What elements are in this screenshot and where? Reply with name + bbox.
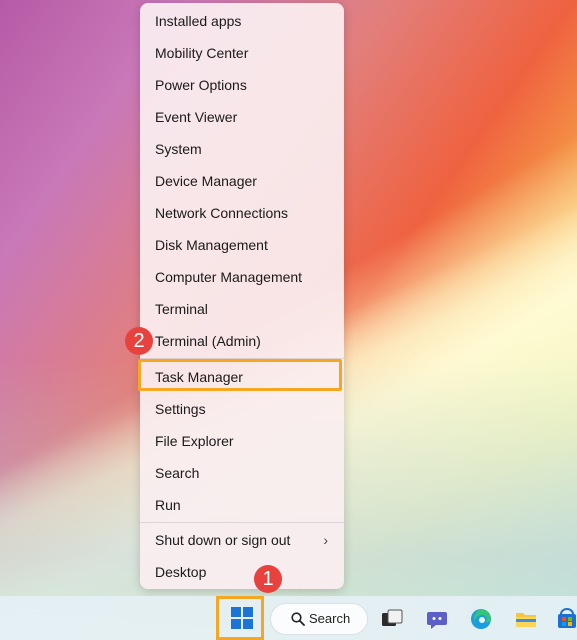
chat-icon[interactable] (425, 607, 449, 631)
menu-item-label: Settings (155, 401, 206, 417)
step-badge-1: 1 (254, 565, 282, 593)
menu-item-power-options[interactable]: Power Options (140, 70, 344, 100)
task-manager-highlight (138, 359, 342, 391)
search-icon (291, 612, 305, 626)
menu-item-label: Mobility Center (155, 45, 249, 61)
menu-item-label: Search (155, 465, 200, 481)
menu-item-terminal[interactable]: Terminal (140, 294, 344, 324)
menu-item-settings[interactable]: Settings (140, 394, 344, 424)
menu-item-search[interactable]: Search (140, 458, 344, 488)
menu-item-run[interactable]: Run (140, 490, 344, 520)
menu-item-desktop[interactable]: Desktop (140, 557, 344, 587)
menu-item-file-explorer[interactable]: File Explorer (140, 426, 344, 456)
task-view-icon[interactable] (380, 607, 404, 631)
menu-item-label: Terminal (Admin) (155, 333, 261, 349)
menu-item-label: Shut down or sign out (155, 532, 291, 548)
menu-item-label: Terminal (155, 301, 208, 317)
store-icon[interactable] (555, 607, 577, 631)
menu-item-system[interactable]: System (140, 134, 344, 164)
menu-item-label: Installed apps (155, 13, 242, 29)
file-explorer-icon[interactable] (514, 607, 538, 631)
menu-item-device-manager[interactable]: Device Manager (140, 166, 344, 196)
menu-item-shut-down-or-sign-out[interactable]: Shut down or sign out › (140, 525, 344, 555)
menu-item-label: Desktop (155, 564, 207, 580)
menu-item-label: System (155, 141, 202, 157)
menu-item-terminal-admin[interactable]: Terminal (Admin) (140, 326, 344, 356)
menu-item-label: File Explorer (155, 433, 234, 449)
menu-item-installed-apps[interactable]: Installed apps (140, 6, 344, 36)
menu-item-mobility-center[interactable]: Mobility Center (140, 38, 344, 68)
menu-item-computer-management[interactable]: Computer Management (140, 262, 344, 292)
menu-item-disk-management[interactable]: Disk Management (140, 230, 344, 260)
menu-item-label: Power Options (155, 77, 247, 93)
start-icon[interactable] (231, 607, 253, 629)
menu-item-label: Device Manager (155, 173, 257, 189)
taskbar-search-button[interactable]: Search (270, 603, 368, 635)
step-badge-2: 2 (125, 327, 153, 355)
menu-item-label: Network Connections (155, 205, 289, 221)
menu-divider (140, 522, 344, 523)
chevron-right-icon: › (323, 532, 328, 548)
winx-context-menu: Installed apps Mobility Center Power Opt… (140, 3, 344, 589)
menu-item-network-connections[interactable]: Network Connections (140, 198, 344, 228)
menu-item-label: Event Viewer (155, 109, 238, 125)
edge-icon[interactable] (469, 607, 493, 631)
menu-item-label: Run (155, 497, 181, 513)
taskbar-search-label: Search (309, 611, 351, 626)
menu-item-label: Disk Management (155, 237, 268, 253)
menu-item-event-viewer[interactable]: Event Viewer (140, 102, 344, 132)
menu-item-label: Computer Management (155, 269, 303, 285)
